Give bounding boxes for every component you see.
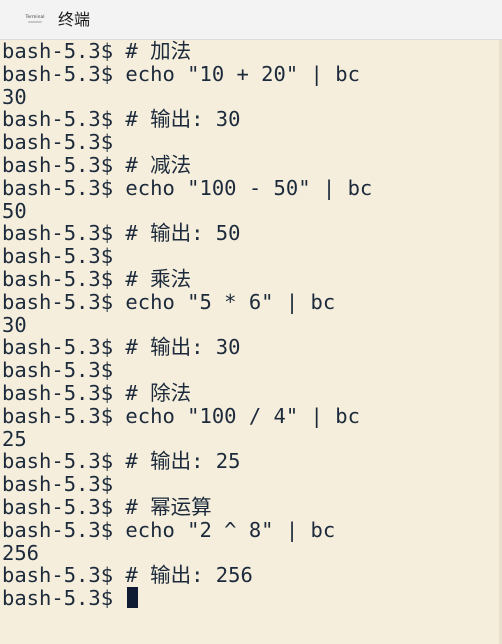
terminal-prompt-line[interactable]: bash-5.3$: [2, 587, 372, 610]
terminal-line: bash-5.3$ echo "5 * 6" | bc: [2, 289, 336, 314]
terminal-line: bash-5.3$ echo "2 ^ 8" | bc: [2, 517, 336, 542]
text-cursor: [127, 587, 139, 609]
terminal-line: bash-5.3$ # 乘法: [2, 266, 192, 291]
prompt-text: bash-5.3$: [2, 586, 126, 611]
app-icon-label: Terminal: [25, 15, 45, 20]
terminal-line: bash-5.3$ # 输出: 25: [2, 449, 241, 474]
window-title: 终端: [58, 10, 91, 29]
terminal-line: bash-5.3$ # 除法: [2, 380, 192, 405]
terminal-line: bash-5.3$: [2, 244, 114, 269]
terminal-line: bash-5.3$: [2, 130, 114, 155]
terminal-line: bash-5.3$ echo "100 / 4" | bc: [2, 403, 360, 428]
terminal-line: bash-5.3$ # 输出: 50: [2, 221, 241, 246]
terminal-line: bash-5.3$ # 输出: 30: [2, 107, 241, 132]
title-bar[interactable]: Terminal 终端: [0, 0, 502, 40]
terminal-line: bash-5.3$ # 输出: 256: [2, 563, 253, 588]
terminal-output-area[interactable]: bash-5.3$ # 加法 bash-5.3$ echo "10 + 20" |…: [0, 40, 502, 644]
terminal-app-icon: Terminal: [24, 15, 46, 26]
terminal-line: bash-5.3$: [2, 472, 114, 497]
terminal-line: 25: [2, 426, 27, 451]
terminal-line: 30: [2, 312, 27, 337]
terminal-line: 50: [2, 198, 27, 223]
terminal-line: 30: [2, 84, 27, 109]
terminal-window: Terminal 终端 bash-5.3$ # 加法 bash-5.3$ echo…: [0, 0, 502, 644]
terminal-line: bash-5.3$ echo "10 + 20" | bc: [2, 61, 360, 86]
terminal-line: bash-5.3$: [2, 358, 114, 383]
terminal-line: bash-5.3$ # 加法: [2, 40, 192, 63]
terminal-line: 256: [2, 540, 40, 565]
terminal-lines: bash-5.3$ # 加法 bash-5.3$ echo "10 + 20" |…: [2, 40, 372, 610]
terminal-line: bash-5.3$ # 幂运算: [2, 494, 212, 519]
terminal-line: bash-5.3$ # 减法: [2, 152, 192, 177]
terminal-line: bash-5.3$ # 输出: 30: [2, 335, 241, 360]
terminal-line: bash-5.3$ echo "100 - 50" | bc: [2, 175, 373, 200]
app-icon-underline: [28, 21, 42, 23]
